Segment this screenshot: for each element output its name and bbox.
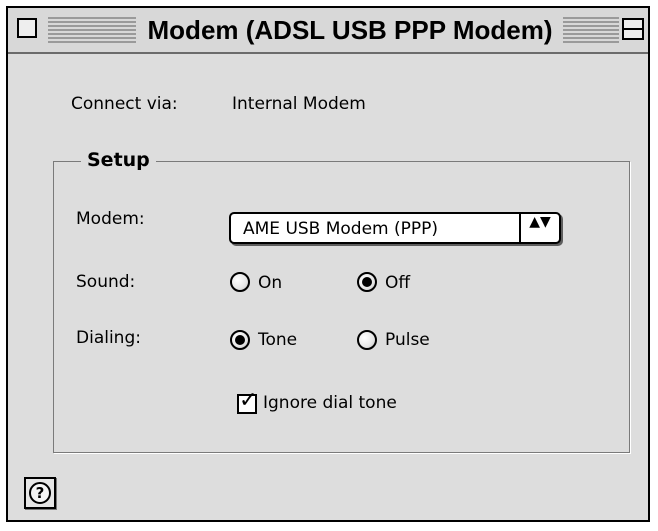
- checkmark-icon: ✓: [239, 388, 258, 413]
- title-stripes-left: [48, 17, 136, 43]
- sound-on-label[interactable]: On: [258, 273, 282, 293]
- dialing-tone-radio[interactable]: [230, 330, 250, 350]
- window-title: Modem (ADSL USB PPP Modem): [147, 15, 553, 45]
- setup-group-title: Setup: [81, 149, 156, 171]
- radio-selected-dot: [362, 277, 372, 287]
- connect-via-label: Connect via:: [71, 94, 178, 114]
- connect-via-value: Internal Modem: [232, 94, 366, 114]
- close-box[interactable]: [17, 18, 37, 38]
- sound-off-radio[interactable]: [357, 272, 377, 292]
- sound-on-radio[interactable]: [230, 272, 250, 292]
- help-icon: ?: [29, 482, 51, 504]
- radio-selected-dot: [235, 335, 245, 345]
- dialing-tone-label[interactable]: Tone: [258, 330, 297, 350]
- dialing-pulse-label[interactable]: Pulse: [385, 330, 430, 350]
- modem-label: Modem:: [76, 209, 145, 229]
- dialing-label: Dialing:: [76, 328, 141, 348]
- sound-label: Sound:: [76, 272, 136, 292]
- dialing-pulse-radio[interactable]: [357, 330, 377, 350]
- collapse-box[interactable]: [622, 18, 644, 40]
- title-bar[interactable]: Modem (ADSL USB PPP Modem): [8, 8, 648, 54]
- up-down-arrows-icon: ▲▼: [529, 214, 551, 230]
- ignore-dial-tone-checkbox[interactable]: ✓: [237, 389, 257, 414]
- title-stripes-right: [563, 17, 619, 43]
- modem-popup[interactable]: AME USB Modem (PPP) ▲▼: [229, 212, 561, 244]
- ignore-dial-tone-label[interactable]: Ignore dial tone: [263, 393, 397, 413]
- modem-popup-value: AME USB Modem (PPP): [243, 219, 439, 239]
- modem-window: Modem (ADSL USB PPP Modem) Connect via: …: [6, 6, 650, 522]
- help-button[interactable]: ?: [24, 477, 56, 509]
- sound-off-label[interactable]: Off: [385, 273, 410, 293]
